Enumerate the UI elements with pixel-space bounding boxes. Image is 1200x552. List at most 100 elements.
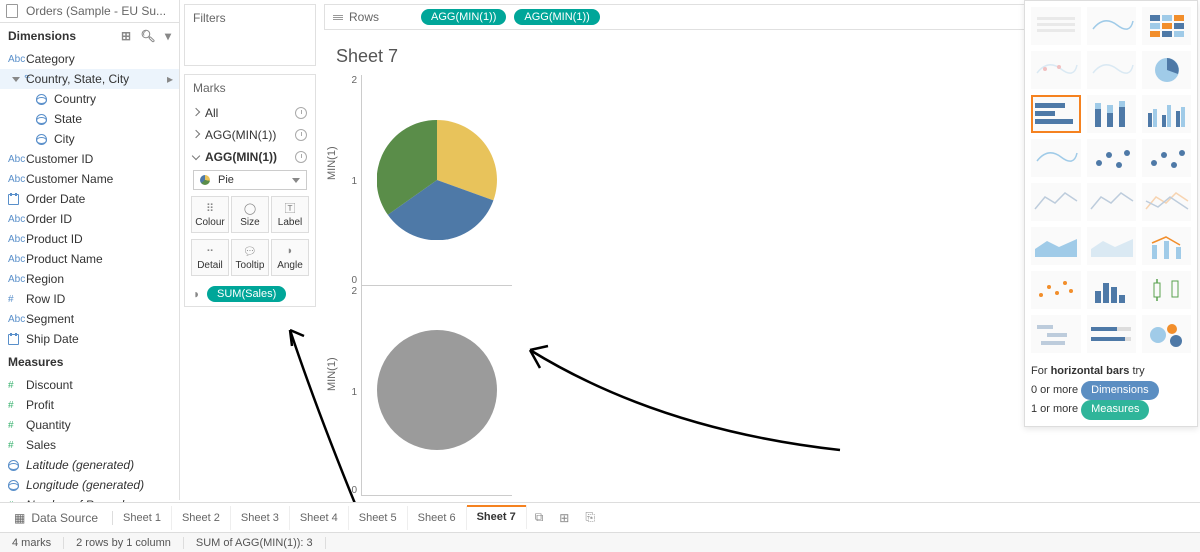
datasource-icon: ▦ [14, 511, 25, 525]
dimension-field[interactable]: State [0, 109, 179, 129]
showme-scatter[interactable] [1031, 271, 1081, 309]
showme-bullet[interactable] [1087, 315, 1136, 353]
dimension-field[interactable]: AbcCategory [0, 49, 179, 69]
showme-area-disc[interactable] [1087, 227, 1136, 265]
sheet-tab[interactable]: Sheet 6 [408, 506, 467, 530]
measure-field[interactable]: #Sales [0, 435, 179, 455]
new-dashboard-icon[interactable]: ⊞ [551, 511, 577, 525]
dimension-field[interactable]: AbcSegment [0, 309, 179, 329]
chevron-down-icon [292, 178, 300, 183]
showme-stacked-bars[interactable] [1087, 95, 1136, 133]
sheet-tab[interactable]: Sheet 4 [290, 506, 349, 530]
marks-card: Marks AllAGG(MIN(1))AGG(MIN(1)) Pie ⠿Col… [184, 74, 316, 307]
history-icon[interactable] [295, 129, 307, 141]
y-axis-label: MIN(1) [326, 147, 338, 181]
data-source-tab[interactable]: ▦ Data Source [0, 511, 113, 525]
datasource-name: Orders (Sample - EU Su... [26, 4, 166, 18]
sheet-tab[interactable]: Sheet 3 [231, 506, 290, 530]
showme-packed-bubbles[interactable] [1142, 315, 1191, 353]
chart-pie-2[interactable] [362, 286, 512, 497]
history-icon[interactable] [295, 107, 307, 119]
measure-field[interactable]: Longitude (generated) [0, 475, 179, 495]
dimension-field[interactable]: AbcRegion [0, 269, 179, 289]
showme-gantt[interactable] [1031, 315, 1081, 353]
mark-tooltip-button[interactable]: 💬︎Tooltip [231, 239, 269, 276]
showme-side-circles[interactable] [1142, 139, 1191, 177]
dimension-field[interactable]: #Row ID [0, 289, 179, 309]
measure-field[interactable]: Latitude (generated) [0, 455, 179, 475]
showme-dual-combo[interactable] [1142, 227, 1191, 265]
filters-card[interactable]: Filters [184, 4, 316, 66]
showme-histogram[interactable] [1087, 271, 1136, 309]
showme-symbol-map[interactable] [1031, 51, 1081, 89]
data-pane: Orders (Sample - EU Su... Dimensions ⊞ 🔍… [0, 0, 180, 500]
show-me-panel: For horizontal bars try 0 or more Dimens… [1024, 0, 1198, 427]
y-axis-label-2: MIN(1) [326, 357, 338, 391]
marks-layer[interactable]: All [185, 102, 315, 124]
showme-box-plot[interactable] [1142, 271, 1191, 309]
showme-heat-map[interactable] [1087, 7, 1136, 45]
measure-field[interactable]: #Discount [0, 375, 179, 395]
showme-treemap[interactable] [1031, 139, 1081, 177]
rows-pill-2[interactable]: AGG(MIN(1)) [514, 9, 599, 25]
showme-side-by-side-bars[interactable] [1142, 95, 1191, 133]
view-icon[interactable]: ⊞ [121, 29, 131, 43]
showme-circle-views[interactable] [1087, 139, 1136, 177]
angle-indicator-icon: ◗ [193, 287, 203, 301]
rows-pill-1[interactable]: AGG(MIN(1)) [421, 9, 506, 25]
showme-lines-disc[interactable] [1087, 183, 1136, 221]
datasource-icon [6, 4, 20, 18]
showme-highlight-table[interactable] [1142, 7, 1191, 45]
showme-lines-cont[interactable] [1031, 183, 1081, 221]
dimension-field[interactable]: AbcCustomer ID [0, 149, 179, 169]
dimension-field[interactable]: AbcCustomer Name [0, 169, 179, 189]
marks-title: Marks [185, 75, 315, 102]
dimension-field[interactable]: AbcProduct Name [0, 249, 179, 269]
mark-colour-button[interactable]: ⠿Colour [191, 196, 229, 233]
dimension-field[interactable]: Order Date [0, 189, 179, 209]
history-icon[interactable] [295, 151, 307, 163]
mark-angle-button[interactable]: ◗Angle [271, 239, 309, 276]
search-icon[interactable]: 🔍︎ [140, 29, 155, 43]
rows-icon [333, 15, 343, 20]
mark-label-button[interactable]: 🅃Label [271, 196, 309, 233]
pie-icon [200, 175, 210, 185]
sheet-tab[interactable]: Sheet 1 [113, 506, 172, 530]
sheet-tab[interactable]: Sheet 7 [467, 505, 527, 529]
datasource-selector[interactable]: Orders (Sample - EU Su... [0, 0, 179, 23]
marks-layer[interactable]: AGG(MIN(1)) [185, 146, 315, 168]
showme-area-cont[interactable] [1031, 227, 1081, 265]
dimension-field[interactable]: AbcProduct ID [0, 229, 179, 249]
dimension-field[interactable]: City [0, 129, 179, 149]
dimension-field[interactable]: ᓐCountry, State, City▸ [0, 69, 179, 89]
cards-column: Filters Marks AllAGG(MIN(1))AGG(MIN(1)) … [180, 0, 320, 500]
measures-tag: Measures [1081, 400, 1149, 420]
mark-size-button[interactable]: ◯Size [231, 196, 269, 233]
measure-field[interactable]: #Profit [0, 395, 179, 415]
sheet-tab[interactable]: Sheet 5 [349, 506, 408, 530]
showme-pie[interactable] [1142, 51, 1191, 89]
mark-type-select[interactable]: Pie [193, 170, 307, 190]
dimensions-header: Dimensions ⊞ 🔍︎ ▾ [0, 23, 179, 49]
dimensions-tag: Dimensions [1081, 381, 1158, 401]
dimension-field[interactable]: Country [0, 89, 179, 109]
showme-filled-map[interactable] [1087, 51, 1136, 89]
showme-dual-lines[interactable] [1142, 183, 1191, 221]
marks-layer[interactable]: AGG(MIN(1)) [185, 124, 315, 146]
showme-text-table[interactable] [1031, 7, 1081, 45]
dimensions-list: AbcCategoryᓐCountry, State, City▸Country… [0, 49, 179, 349]
chart-pie-1[interactable] [362, 75, 512, 286]
filters-title: Filters [185, 5, 315, 32]
sum-sales-pill[interactable]: SUM(Sales) [207, 286, 286, 302]
measures-header: Measures [0, 349, 179, 375]
dimension-field[interactable]: Ship Date [0, 329, 179, 349]
menu-icon[interactable]: ▾ [165, 29, 171, 43]
status-bar: 4 marks 2 rows by 1 column SUM of AGG(MI… [0, 532, 1200, 552]
showme-horizontal-bars[interactable] [1031, 95, 1081, 133]
measure-field[interactable]: #Quantity [0, 415, 179, 435]
mark-detail-button[interactable]: ⠒Detail [191, 239, 229, 276]
new-story-icon[interactable]: ⎘ [577, 510, 603, 525]
sheet-tab[interactable]: Sheet 2 [172, 506, 231, 530]
dimension-field[interactable]: AbcOrder ID [0, 209, 179, 229]
new-worksheet-icon[interactable]: ⧉ [527, 510, 552, 525]
